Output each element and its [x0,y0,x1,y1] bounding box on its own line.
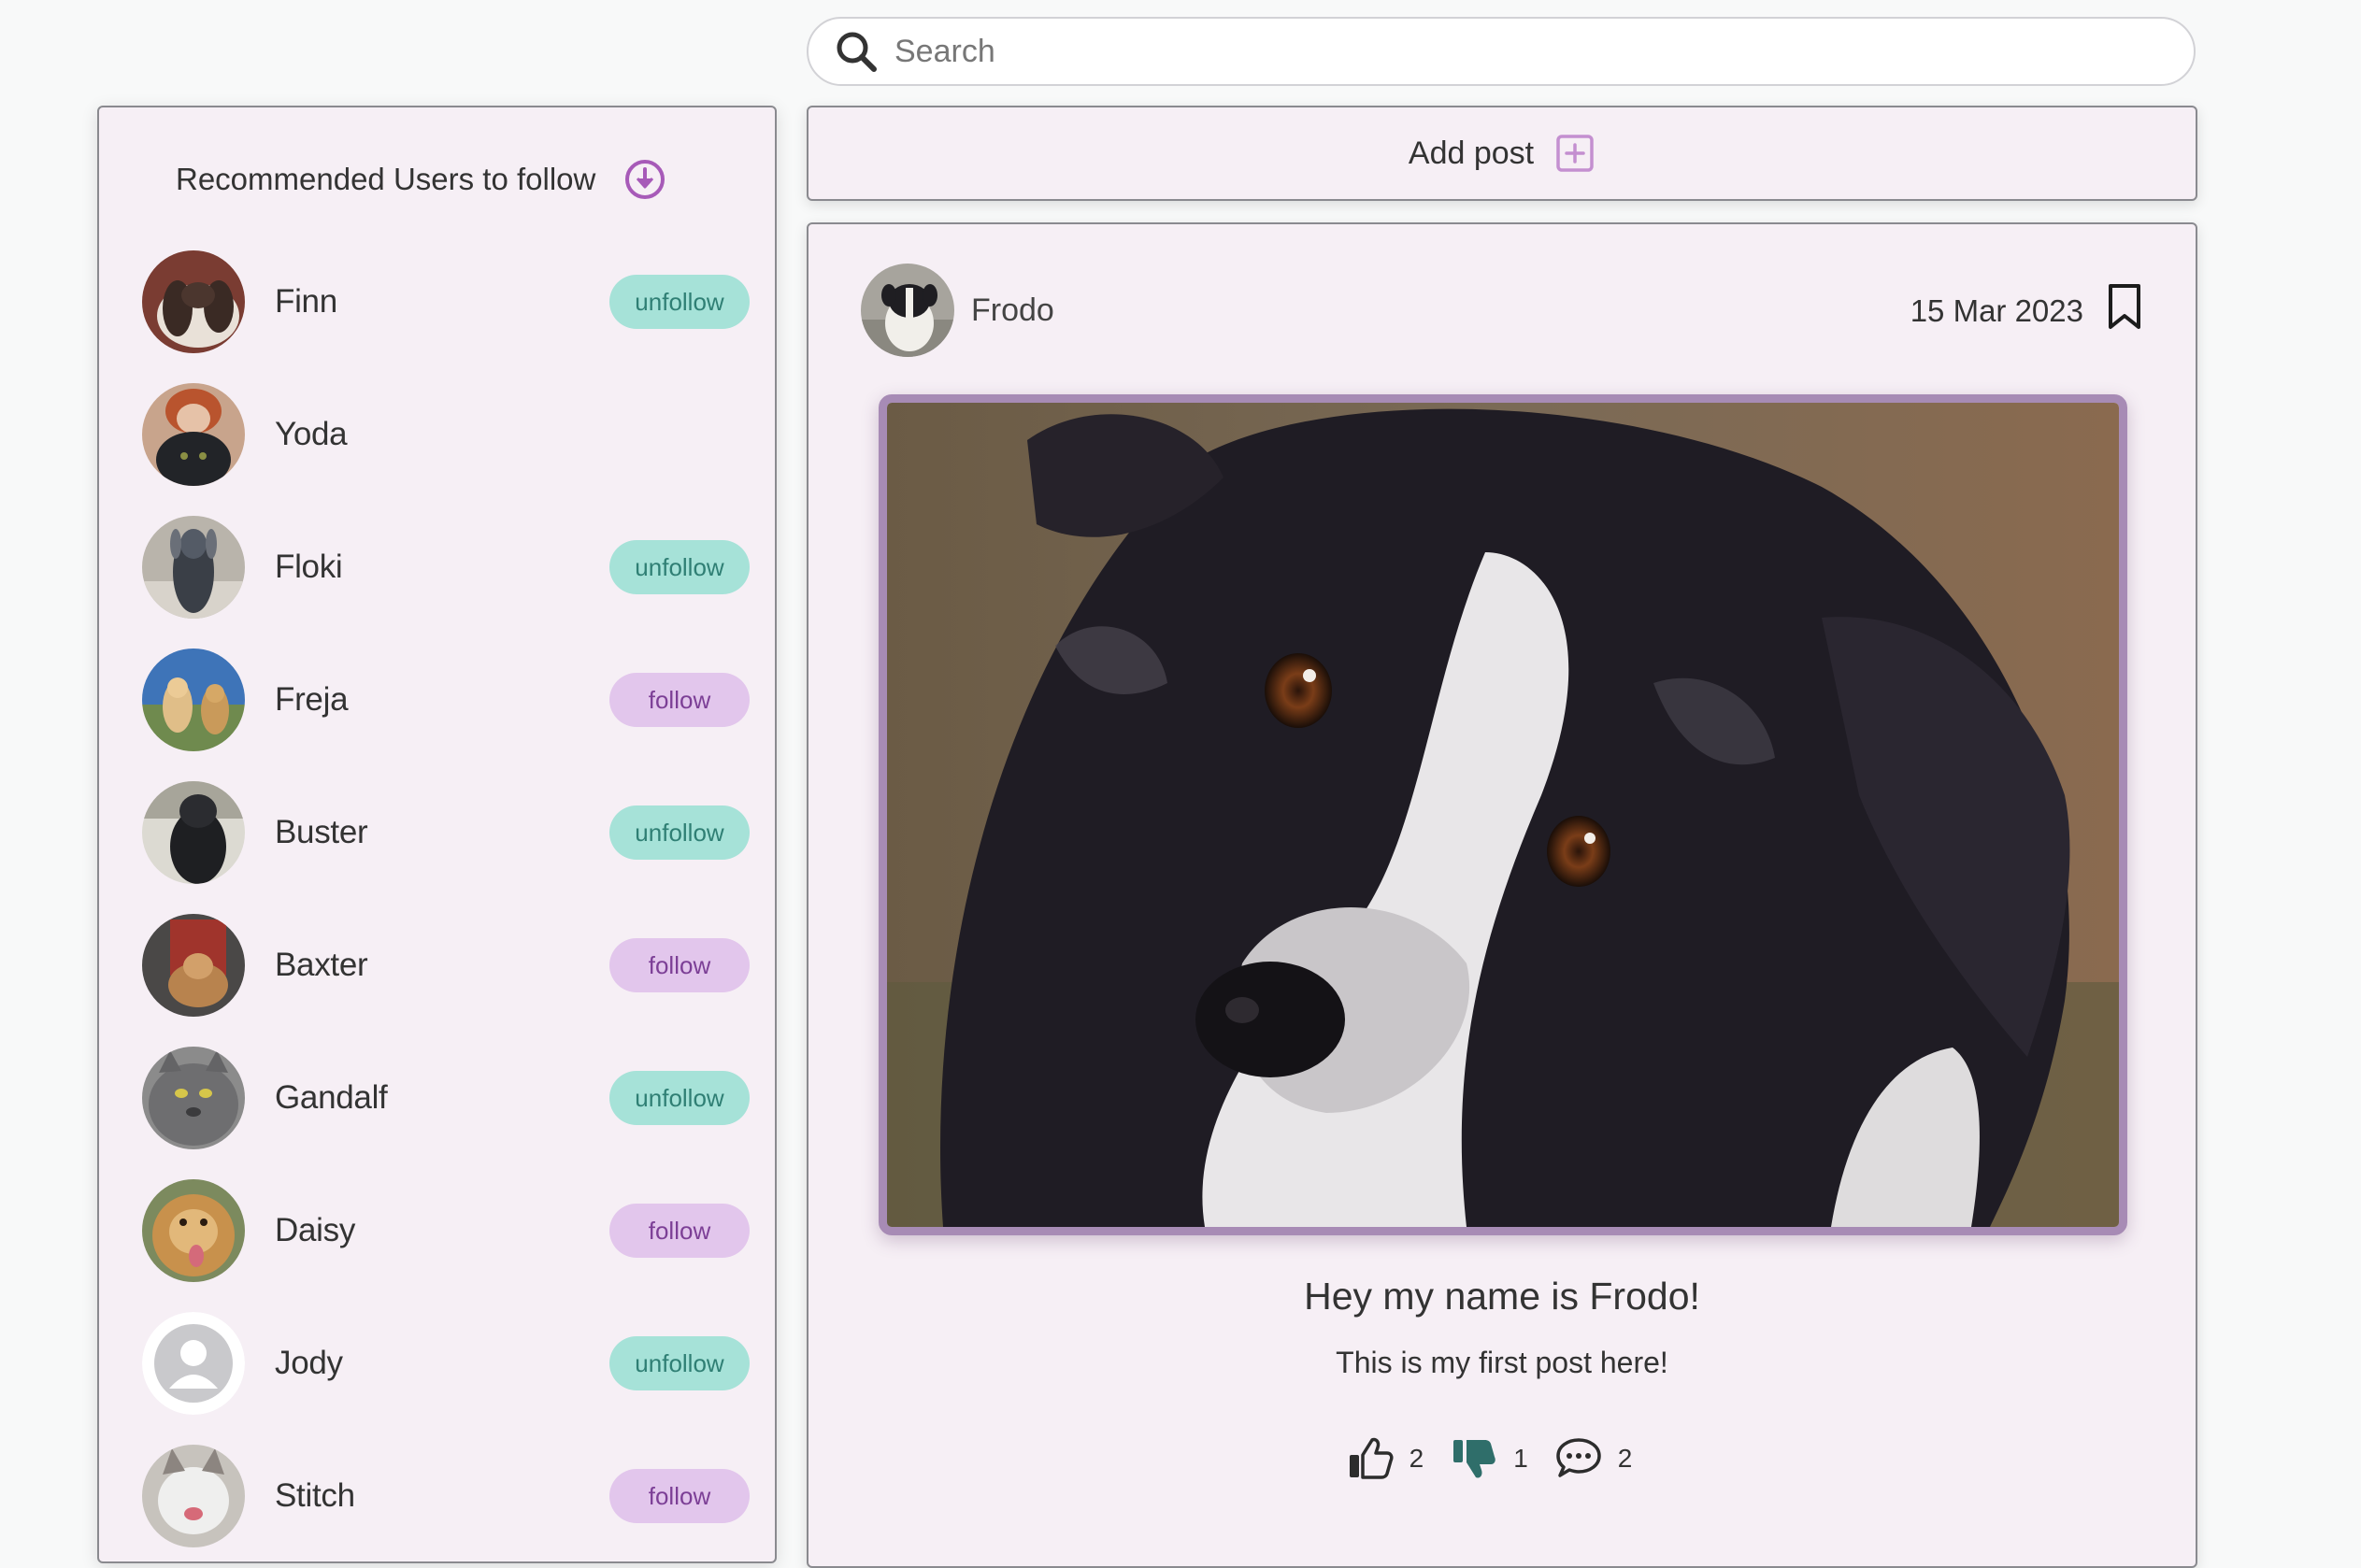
recommended-header: Recommended Users to follow [176,158,666,201]
avatar[interactable] [142,250,245,353]
add-post-button[interactable]: Add post [807,106,2197,201]
unfollow-button[interactable]: unfollow [609,540,750,594]
user-name[interactable]: Yoda [275,416,750,453]
likes-count: 2 [1409,1444,1424,1473]
plus-square-icon [1556,135,1594,172]
user-name[interactable]: Finn [275,283,609,321]
thumbs-up-icon[interactable] [1346,1434,1395,1483]
avatar[interactable] [142,914,245,1017]
user-name[interactable]: Freja [275,681,609,719]
unfollow-button[interactable]: unfollow [609,1336,750,1390]
avatar[interactable] [142,1179,245,1282]
comment-icon[interactable] [1554,1434,1603,1483]
post-reactions: 2 1 2 [808,1434,2196,1483]
comments-count: 2 [1617,1444,1633,1473]
user-row-yoda: Yoda [142,382,750,487]
arrow-down-circle-icon[interactable] [623,158,666,201]
avatar[interactable] [142,649,245,751]
thumbs-down-icon[interactable] [1450,1434,1498,1483]
avatar[interactable] [142,383,245,486]
avatar[interactable] [142,1445,245,1547]
search-icon [837,32,877,72]
unfollow-button[interactable]: unfollow [609,1071,750,1125]
user-name[interactable]: Stitch [275,1477,609,1515]
author-name[interactable]: Frodo [971,292,1054,329]
author-avatar[interactable] [861,264,954,357]
user-name[interactable]: Daisy [275,1212,609,1249]
user-name[interactable]: Jody [275,1345,609,1382]
post-image[interactable] [879,394,2127,1235]
bookmark-icon[interactable] [2106,282,2143,331]
follow-button[interactable]: follow [609,1204,750,1258]
user-row-stitch: Stitch follow [142,1444,750,1548]
unfollow-button[interactable]: unfollow [609,805,750,860]
follow-button[interactable]: follow [609,673,750,727]
search-input[interactable] [893,32,2111,71]
user-row-jody: Jody unfollow [142,1311,750,1416]
unfollow-button[interactable]: unfollow [609,275,750,329]
recommended-users-panel: Recommended Users to follow Finn unfollo… [97,106,777,1563]
user-row-floki: Floki unfollow [142,515,750,620]
user-name[interactable]: Floki [275,549,609,586]
user-row-freja: Freja follow [142,648,750,752]
post-date: 15 Mar 2023 [1910,293,2083,328]
dislikes-count: 1 [1513,1444,1528,1473]
avatar[interactable] [142,1312,245,1415]
user-row-finn: Finn unfollow [142,249,750,354]
user-row-daisy: Daisy follow [142,1178,750,1283]
user-row-gandalf: Gandalf unfollow [142,1046,750,1150]
search-bar[interactable] [807,17,2196,86]
user-name[interactable]: Buster [275,814,609,851]
follow-button[interactable]: follow [609,1469,750,1523]
recommended-title: Recommended Users to follow [176,162,596,196]
user-row-baxter: Baxter follow [142,913,750,1018]
user-name[interactable]: Baxter [275,947,609,984]
add-post-label: Add post [1408,135,1535,171]
post-card: Frodo 15 Mar 2023 Hey my name is Frodo! … [807,222,2197,1568]
follow-button[interactable]: follow [609,938,750,992]
user-name[interactable]: Gandalf [275,1079,609,1117]
avatar[interactable] [142,516,245,619]
post-body: This is my first post here! [1336,1346,1668,1379]
avatar[interactable] [142,781,245,884]
avatar[interactable] [142,1047,245,1149]
post-title: Hey my name is Frodo! [1304,1275,1700,1318]
post-author[interactable]: Frodo [861,264,1054,357]
user-row-buster: Buster unfollow [142,780,750,885]
